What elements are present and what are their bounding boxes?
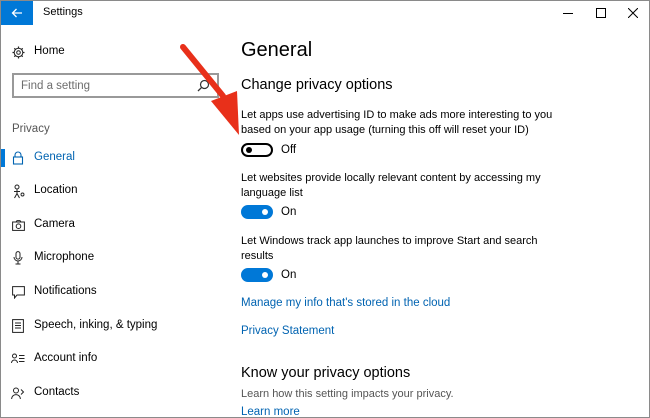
option-description: Let websites provide locally relevant co… <box>241 172 541 199</box>
know-privacy-description: Learn how this setting impacts your priv… <box>241 388 454 400</box>
title-bar: Settings <box>1 1 649 25</box>
app-launch-tracking-toggle[interactable] <box>241 268 273 282</box>
search-icon <box>197 79 210 92</box>
manage-info-link[interactable]: Manage my info that's stored in the clou… <box>241 297 450 309</box>
toggle-state-label: Off <box>281 144 297 156</box>
toggle-knob <box>262 272 268 278</box>
microphone-icon <box>11 250 25 266</box>
notification-icon <box>11 284 25 300</box>
toggle-state-label: On <box>281 206 297 218</box>
lock-icon <box>11 150 25 166</box>
minimize-icon <box>563 13 573 14</box>
sidebar-item-label: Speech, inking, & typing <box>34 319 158 331</box>
back-arrow-icon <box>11 8 22 18</box>
page-title: General <box>241 39 313 61</box>
settings-window: Settings Home Find a setting Privacy Gen… <box>0 0 650 418</box>
toggle-knob <box>262 209 268 215</box>
sidebar-item-label: Microphone <box>34 251 95 263</box>
close-button[interactable] <box>617 1 649 25</box>
account-info-icon <box>11 351 25 367</box>
camera-icon <box>11 217 25 233</box>
search-input[interactable] <box>14 75 217 96</box>
sidebar-item-home[interactable]: Home <box>1 39 229 65</box>
close-icon <box>628 8 638 18</box>
maximize-icon <box>596 8 606 18</box>
sidebar-item-notifications[interactable]: Notifications <box>1 279 229 305</box>
sidebar-item-location[interactable]: Location <box>1 178 229 204</box>
sidebar-item-label: Location <box>34 184 78 196</box>
learn-more-link[interactable]: Learn more <box>241 406 300 417</box>
advertising-id-toggle-row: Off <box>241 141 296 159</box>
main-content: General Change privacy options Let apps … <box>229 25 649 417</box>
sidebar-item-camera[interactable]: Camera <box>1 212 229 238</box>
sidebar-item-label: Home <box>34 45 65 57</box>
window-title: Settings <box>43 6 83 18</box>
toggle-state-label: On <box>281 269 297 281</box>
sidebar: Home Privacy General <box>1 25 229 417</box>
gear-icon <box>11 44 25 60</box>
sidebar-item-contacts[interactable]: Contacts <box>1 380 229 406</box>
sidebar-item-general[interactable]: General <box>1 145 229 171</box>
option-description: Let Windows track app launches to improv… <box>241 235 538 262</box>
location-person-icon <box>11 183 25 199</box>
advertising-id-toggle[interactable] <box>241 143 273 157</box>
toggle-knob <box>246 147 252 153</box>
section-label-privacy: Privacy <box>12 123 50 135</box>
section-heading: Change privacy options <box>241 77 393 93</box>
contacts-icon <box>11 385 25 401</box>
option-description: Let apps use advertising ID to make ads … <box>241 109 553 136</box>
back-button[interactable] <box>1 1 33 25</box>
sidebar-item-label: Camera <box>34 218 75 230</box>
sidebar-item-account-info[interactable]: Account info <box>1 346 229 372</box>
minimize-button[interactable] <box>552 1 584 25</box>
speech-document-icon <box>11 318 25 334</box>
sidebar-item-label: General <box>34 151 75 163</box>
app-launch-tracking-toggle-row: On <box>241 266 296 284</box>
language-list-toggle[interactable] <box>241 205 273 219</box>
sidebar-item-microphone[interactable]: Microphone <box>1 245 229 271</box>
language-list-toggle-row: On <box>241 203 296 221</box>
active-indicator <box>1 149 5 167</box>
sidebar-item-speech[interactable]: Speech, inking, & typing <box>1 313 229 339</box>
privacy-statement-link[interactable]: Privacy Statement <box>241 325 334 337</box>
sidebar-item-label: Account info <box>34 352 98 364</box>
sidebar-item-label: Contacts <box>34 386 80 398</box>
sidebar-item-label: Notifications <box>34 285 97 297</box>
search-box[interactable] <box>12 73 219 98</box>
maximize-button[interactable] <box>585 1 617 25</box>
know-privacy-heading: Know your privacy options <box>241 365 411 381</box>
